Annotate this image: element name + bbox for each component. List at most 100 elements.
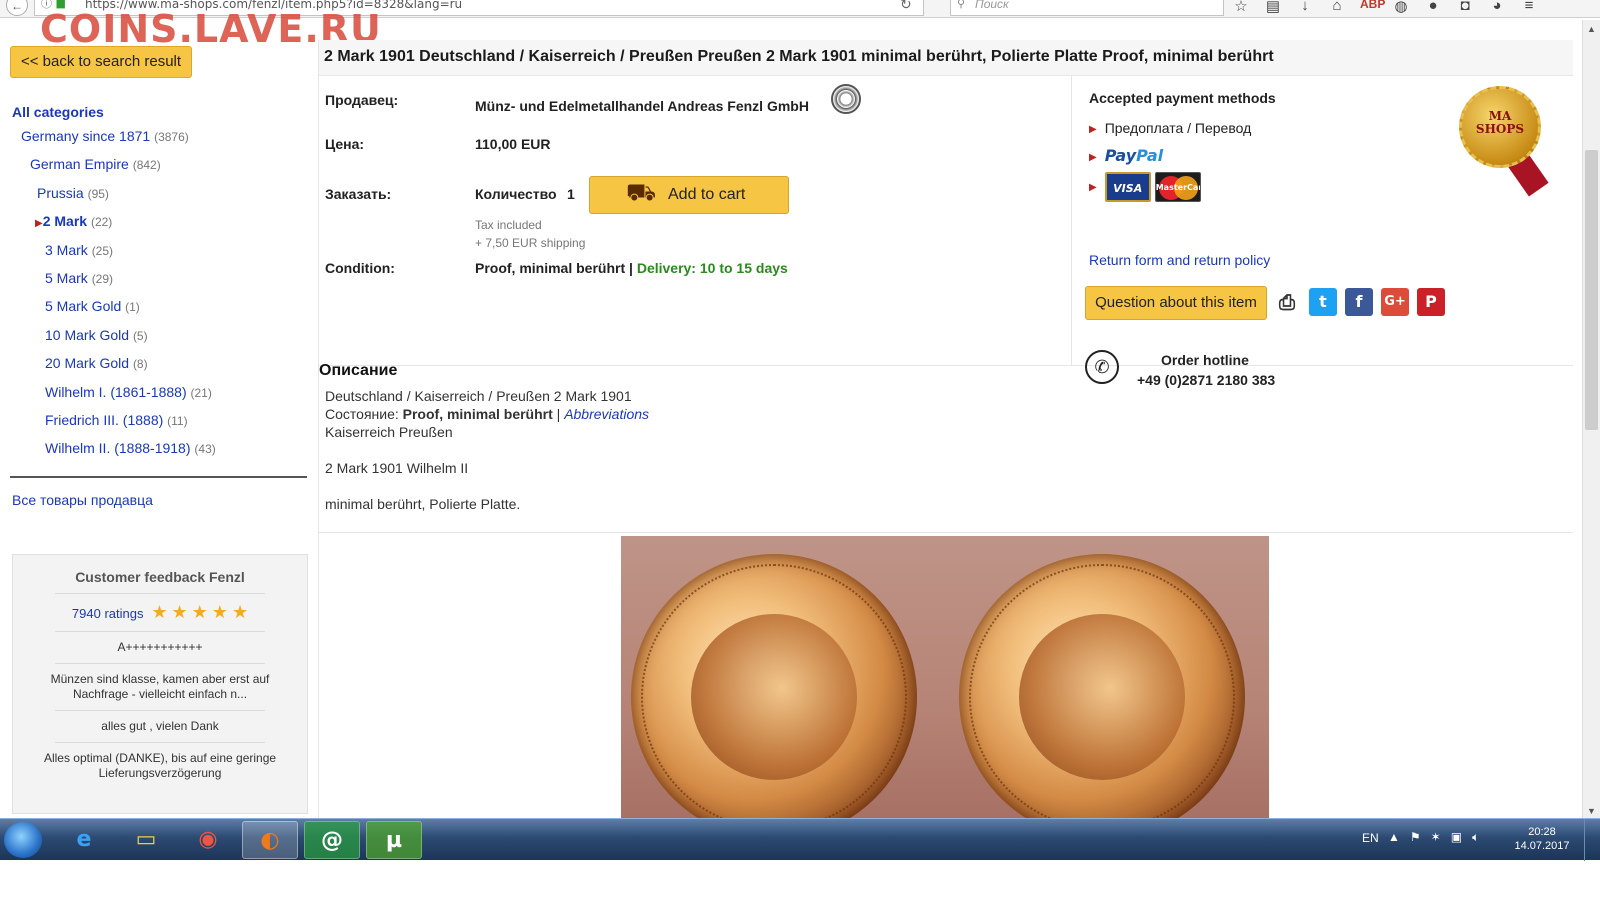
price-label: Цена:: [325, 136, 365, 152]
clock[interactable]: 20:28 14.07.2017: [1510, 825, 1574, 853]
category-item[interactable]: 5 Mark Gold (1): [0, 298, 300, 326]
category-label[interactable]: Germany since 1871: [21, 128, 150, 144]
language-indicator[interactable]: EN: [1362, 831, 1379, 845]
chrome-icon[interactable]: ◉: [180, 821, 236, 859]
print-icon[interactable]: ⎙: [1273, 288, 1301, 316]
star-icon: ★: [191, 602, 208, 622]
category-count: (43): [194, 442, 216, 457]
category-label[interactable]: Wilhelm II. (1888-1918): [45, 440, 191, 456]
star-icon: ★: [211, 602, 228, 622]
twitter-icon[interactable]: t: [1309, 288, 1337, 316]
badge-line: SHOPS: [1475, 122, 1525, 136]
hotline-label: Order hotline: [1161, 352, 1249, 368]
flag-icon[interactable]: ⚑: [1410, 830, 1421, 845]
scroll-thumb[interactable]: [1585, 150, 1598, 430]
extension-icon[interactable]: ◍: [1392, 0, 1410, 15]
category-label[interactable]: Wilhelm I. (1861-1888): [45, 384, 187, 400]
category-item[interactable]: German Empire (842): [0, 156, 300, 184]
quantity-field[interactable]: 1: [567, 186, 575, 202]
coin-photo[interactable]: [621, 536, 1269, 820]
all-categories-link[interactable]: All categories: [12, 104, 104, 120]
category-label[interactable]: German Empire: [30, 156, 129, 172]
pinterest-icon[interactable]: P: [1417, 288, 1445, 316]
back-arrow-icon[interactable]: ←: [6, 0, 28, 16]
utorrent-icon[interactable]: µ: [366, 821, 422, 859]
show-desktop-button[interactable]: [1584, 819, 1600, 861]
internet-explorer-icon[interactable]: e: [56, 821, 112, 859]
category-item[interactable]: 20 Mark Gold (8): [0, 355, 300, 383]
category-label[interactable]: 20 Mark Gold: [45, 355, 129, 371]
active-arrow-icon: ▶: [35, 218, 43, 230]
file-explorer-icon[interactable]: ▭: [118, 821, 174, 859]
page-scrollbar[interactable]: ▲ ▼: [1582, 20, 1600, 820]
category-item[interactable]: Prussia (95): [0, 185, 300, 213]
seller-items-link[interactable]: Все товары продавца: [12, 492, 153, 508]
badge-text: MA SHOPS: [1459, 110, 1541, 136]
bookmark-star-icon[interactable]: ☆: [1232, 0, 1250, 15]
ratings-link[interactable]: 7940 ratings: [72, 606, 144, 621]
back-to-search-button[interactable]: << back to search result: [10, 46, 192, 78]
download-icon[interactable]: ↓: [1296, 0, 1314, 15]
item-title-bar: 2 Mark 1901 Deutschland / Kaiserreich / …: [319, 40, 1573, 76]
feedback-comment: alles gut , vielen Dank: [101, 719, 219, 733]
sync-icon[interactable]: ◕: [1488, 0, 1506, 15]
toolbar-icons: ☆ ▤ ↓ ⌂ ABP ◍ ● ◘ ◕ ≡: [1232, 0, 1538, 15]
adblock-icon[interactable]: ABP: [1360, 0, 1385, 15]
screenshot-icon[interactable]: ◘: [1456, 0, 1474, 15]
add-to-cart-button[interactable]: ⛟ Add to cart: [589, 176, 789, 214]
category-item-active[interactable]: ▶2 Mark (22): [0, 213, 300, 241]
category-item[interactable]: 10 Mark Gold (5): [0, 327, 300, 355]
divider: [55, 710, 265, 711]
scroll-down-icon[interactable]: ▼: [1587, 806, 1596, 816]
google-plus-icon[interactable]: G+: [1381, 288, 1409, 316]
reading-list-icon[interactable]: ▤: [1264, 0, 1282, 15]
reload-icon[interactable]: ↻: [900, 0, 912, 13]
phone-icon: ✆: [1085, 350, 1119, 384]
category-label[interactable]: 5 Mark Gold: [45, 298, 121, 314]
star-icon: ★: [151, 602, 168, 622]
addon-icon[interactable]: ●: [1424, 0, 1442, 15]
tray-expand-icon[interactable]: ▲: [1388, 830, 1400, 845]
browser-search-input[interactable]: ⚲ Поиск: [950, 0, 1224, 16]
category-item[interactable]: Wilhelm II. (1888-1918) (43): [0, 440, 300, 468]
condition-row: Proof, minimal berührt | Delivery: 10 to…: [475, 260, 788, 276]
customer-feedback-box: Customer feedback Fenzl 7940 ratings ★ ★ ★…: [12, 554, 308, 814]
firefox-icon[interactable]: ◐: [242, 821, 298, 859]
category-item[interactable]: Wilhelm I. (1861-1888) (21): [0, 384, 300, 412]
volume-icon[interactable]: 🔈︎: [1472, 830, 1479, 845]
facebook-icon[interactable]: f: [1345, 288, 1373, 316]
question-about-item-button[interactable]: Question about this item: [1085, 286, 1267, 320]
add-to-cart-label: Add to cart: [668, 186, 746, 203]
badge-line: MA: [1488, 109, 1512, 123]
feedback-comment: Münzen sind klasse, kamen aber erst auf …: [50, 672, 270, 701]
category-label[interactable]: 2 Mark: [43, 213, 87, 229]
category-label[interactable]: 3 Mark: [45, 242, 88, 258]
mail-agent-icon[interactable]: @: [304, 821, 360, 859]
category-item[interactable]: Friedrich III. (1888) (11): [0, 412, 300, 440]
category-item[interactable]: 5 Mark (29): [0, 270, 300, 298]
start-button[interactable]: [4, 822, 42, 858]
hotline-number: +49 (0)2871 2180 383: [1137, 372, 1276, 388]
condition-label: Condition:: [325, 260, 395, 276]
seller-seal-icon: [831, 84, 861, 114]
quantity-label: Количество: [475, 186, 557, 202]
payment-method-paypal: ▶ PayPal: [1089, 146, 1163, 165]
tray-app-icon[interactable]: ✶: [1431, 830, 1441, 845]
state-value: Proof, minimal berührt: [402, 406, 553, 422]
category-label[interactable]: 10 Mark Gold: [45, 327, 129, 343]
category-item[interactable]: Germany since 1871 (3876): [0, 128, 300, 156]
abbreviations-link[interactable]: Abbreviations: [564, 406, 649, 422]
category-label[interactable]: Friedrich III. (1888): [45, 412, 163, 428]
network-icon[interactable]: ▣: [1451, 830, 1462, 845]
category-label[interactable]: Prussia: [37, 185, 84, 201]
divider: [55, 631, 265, 632]
scroll-up-icon[interactable]: ▲: [1587, 24, 1596, 34]
feedback-comment: Alles optimal (DANKE), bis auf eine geri…: [43, 751, 277, 780]
return-policy-link[interactable]: Return form and return policy: [1089, 252, 1270, 268]
menu-icon[interactable]: ≡: [1520, 0, 1538, 15]
search-placeholder: Поиск: [975, 0, 1009, 11]
category-label[interactable]: 5 Mark: [45, 270, 88, 286]
category-item[interactable]: 3 Mark (25): [0, 242, 300, 270]
state-label: Состояние:: [325, 406, 403, 422]
home-icon[interactable]: ⌂: [1328, 0, 1346, 15]
